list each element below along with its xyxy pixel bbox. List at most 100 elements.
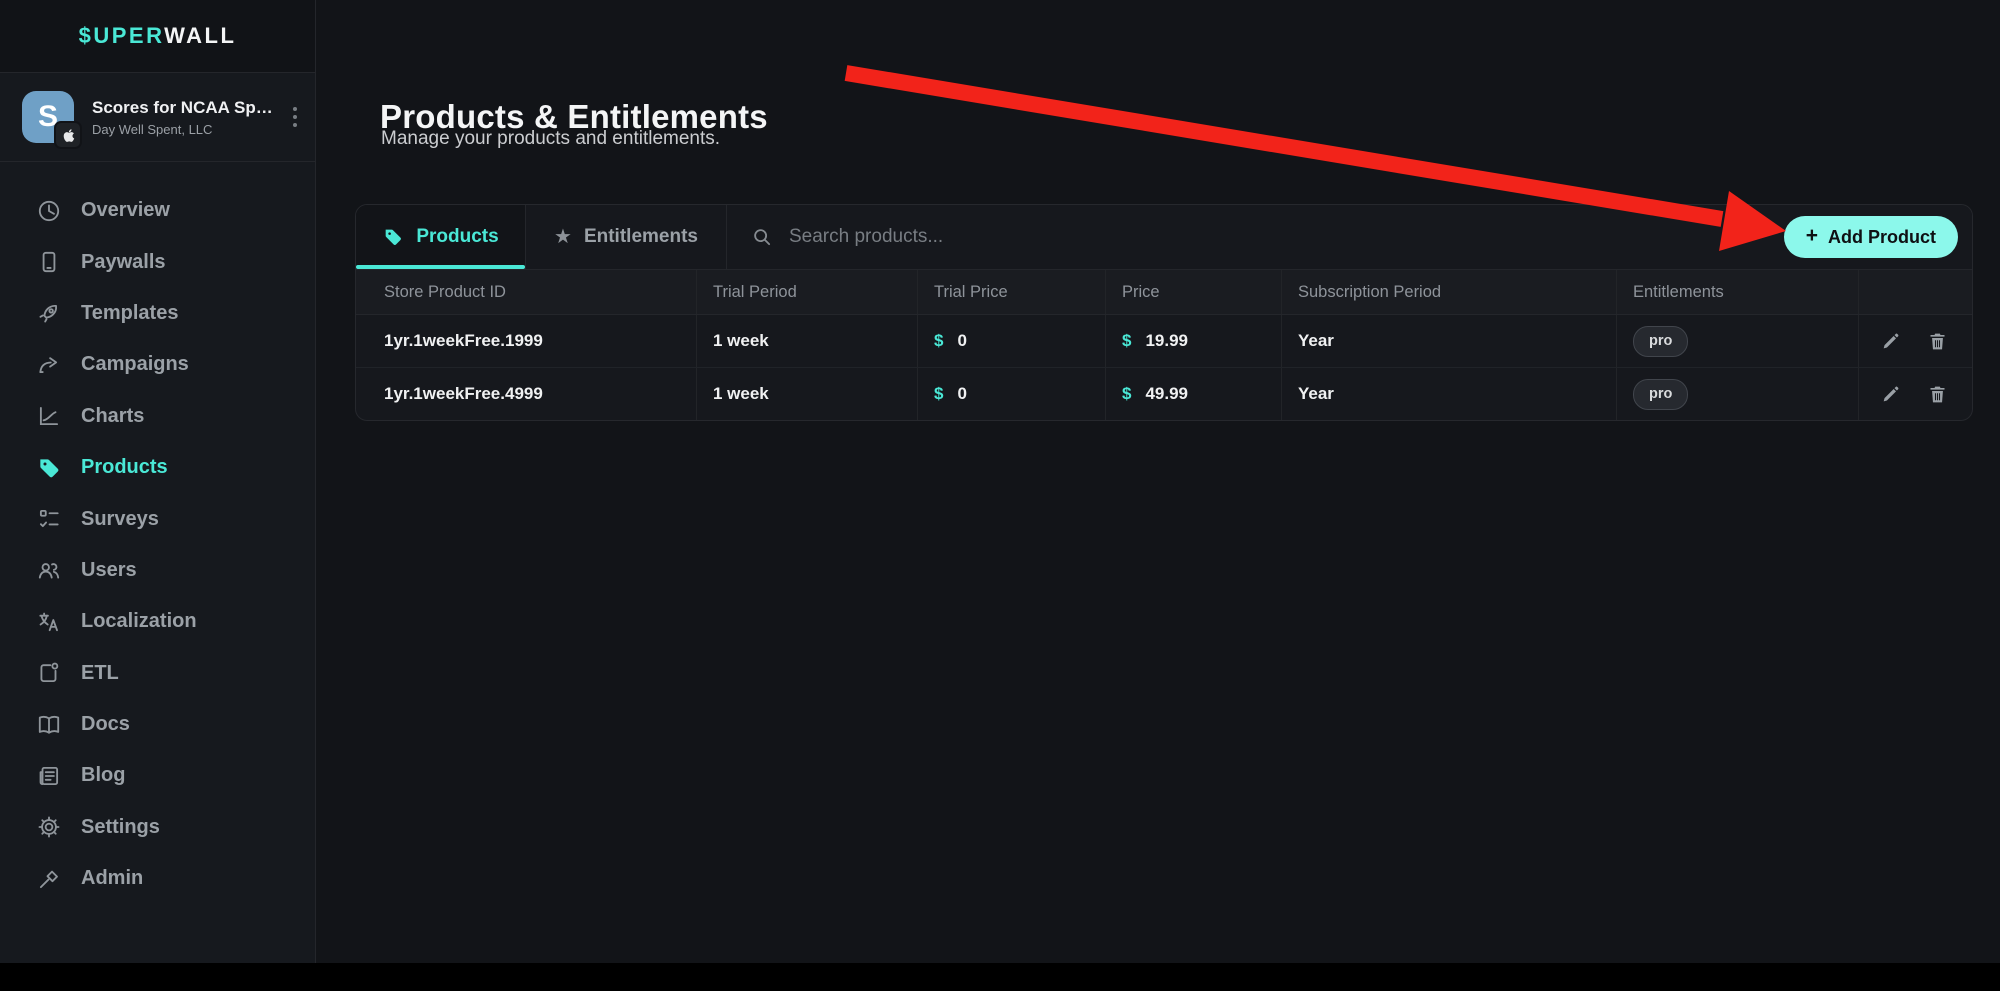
column-header-trial-price: Trial Price [918, 270, 1106, 314]
add-product-button[interactable]: + Add Product [1784, 216, 1958, 258]
sidebar-item-label: Admin [81, 867, 143, 890]
pencil-icon [1880, 384, 1901, 405]
sidebar-item-label: Templates [81, 302, 178, 325]
sidebar-item-label: Products [81, 456, 168, 479]
sidebar-item-admin[interactable]: Admin [0, 853, 315, 904]
cell-subscription-period: Year [1282, 368, 1617, 420]
cell-trial-price: $0 [918, 315, 1106, 367]
logo-row: $UPERWALL [0, 0, 315, 73]
search-area [727, 205, 1784, 269]
chart-icon [36, 403, 62, 429]
sidebar-item-label: Campaigns [81, 353, 189, 376]
workspace-text: Scores for NCAA Spo… Day Well Spent, LLC [92, 98, 283, 137]
currency-symbol: $ [1122, 384, 1131, 404]
sidebar-item-label: Docs [81, 713, 130, 736]
cell-entitlements: pro [1617, 315, 1859, 367]
cell-trial-price: $0 [918, 368, 1106, 420]
column-header-trial-period: Trial Period [697, 270, 918, 314]
page-subtitle: Manage your products and entitlements. [381, 128, 720, 150]
tag-icon [382, 226, 404, 248]
search-input[interactable] [787, 225, 1391, 249]
sidebar-item-label: Paywalls [81, 251, 166, 274]
sidebar-item-products[interactable]: Products [0, 442, 315, 493]
phone-icon [36, 249, 62, 275]
sidebar-item-users[interactable]: Users [0, 545, 315, 596]
sidebar-item-label: Charts [81, 405, 144, 428]
tag-icon [36, 455, 62, 481]
translate-icon [36, 609, 62, 635]
tab-bar: Products ★ Entitlements + Add Product [356, 205, 1972, 270]
survey-icon [36, 506, 62, 532]
sidebar-item-blog[interactable]: Blog [0, 750, 315, 801]
sidebar-item-label: Settings [81, 816, 160, 839]
cell-trial-period: 1 week [697, 315, 918, 367]
superwall-logo[interactable]: $UPERWALL [79, 23, 237, 49]
app-window: $UPERWALL S Scores for NCAA Spo… Day Wel… [0, 0, 2000, 991]
trial-price-value: 0 [957, 384, 966, 404]
products-card: Products ★ Entitlements + Add Product St… [355, 204, 1973, 421]
currency-symbol: $ [934, 384, 943, 404]
campaign-arrow-icon [36, 352, 62, 378]
edit-product-button[interactable] [1878, 382, 1903, 407]
sidebar-item-campaigns[interactable]: Campaigns [0, 339, 315, 390]
delete-product-button[interactable] [1925, 382, 1950, 407]
sidebar-item-paywalls[interactable]: Paywalls [0, 236, 315, 287]
cell-price: $49.99 [1106, 368, 1282, 420]
delete-product-button[interactable] [1925, 329, 1950, 354]
sidebar-item-surveys[interactable]: Surveys [0, 493, 315, 544]
tab-products[interactable]: Products [356, 205, 525, 269]
edit-product-button[interactable] [1878, 329, 1903, 354]
logo-rest-text: WALL [164, 23, 236, 48]
cell-price: $19.99 [1106, 315, 1282, 367]
clock-icon [36, 198, 62, 224]
entitlement-badge: pro [1633, 379, 1688, 410]
gavel-icon [36, 866, 62, 892]
workspace-menu-button[interactable] [289, 101, 301, 133]
logo-accent-text: $UPER [79, 23, 164, 48]
bottom-black-strip [0, 963, 2000, 991]
pencil-icon [1880, 331, 1901, 352]
plus-icon: + [1806, 224, 1818, 248]
cell-subscription-period: Year [1282, 315, 1617, 367]
tab-label: Entitlements [584, 226, 698, 248]
sidebar-item-label: ETL [81, 662, 119, 685]
sidebar-item-charts[interactable]: Charts [0, 391, 315, 442]
currency-symbol: $ [1122, 331, 1131, 351]
sidebar-item-settings[interactable]: Settings [0, 802, 315, 853]
sidebar-item-localization[interactable]: Localization [0, 596, 315, 647]
sidebar-item-docs[interactable]: Docs [0, 699, 315, 750]
trash-icon [1927, 331, 1948, 352]
workspace-selector[interactable]: S Scores for NCAA Spo… Day Well Spent, L… [0, 73, 315, 162]
search-icon [751, 226, 773, 248]
sidebar-item-label: Surveys [81, 508, 159, 531]
cell-trial-period: 1 week [697, 368, 918, 420]
sidebar-item-label: Blog [81, 764, 125, 787]
add-product-label: Add Product [1828, 227, 1936, 248]
currency-symbol: $ [934, 331, 943, 351]
tab-entitlements[interactable]: ★ Entitlements [525, 205, 727, 269]
trial-price-value: 0 [957, 331, 966, 351]
sidebar-item-templates[interactable]: Templates [0, 288, 315, 339]
star-icon: ★ [554, 227, 572, 247]
book-icon [36, 712, 62, 738]
sidebar: $UPERWALL S Scores for NCAA Spo… Day Wel… [0, 0, 316, 991]
column-header-actions [1859, 270, 1972, 314]
gear-icon [36, 814, 62, 840]
column-header-price: Price [1106, 270, 1282, 314]
table-header: Store Product ID Trial Period Trial Pric… [356, 270, 1972, 315]
sidebar-item-label: Users [81, 559, 137, 582]
cell-actions [1859, 315, 1972, 367]
users-icon [36, 557, 62, 583]
sidebar-nav: Overview Paywalls Templates Campaigns Ch… [0, 162, 315, 904]
cell-entitlements: pro [1617, 368, 1859, 420]
workspace-name: Scores for NCAA Spo… [92, 98, 283, 118]
table-row: 1yr.1weekFree.1999 1 week $0 $19.99 Year… [356, 315, 1972, 368]
sidebar-item-label: Localization [81, 610, 197, 633]
cell-store-product-id: 1yr.1weekFree.1999 [356, 315, 697, 367]
tab-label: Products [416, 226, 498, 248]
rocket-icon [36, 300, 62, 326]
sidebar-item-overview[interactable]: Overview [0, 185, 315, 236]
sidebar-item-etl[interactable]: ETL [0, 648, 315, 699]
entitlement-badge: pro [1633, 326, 1688, 357]
etl-icon [36, 660, 62, 686]
